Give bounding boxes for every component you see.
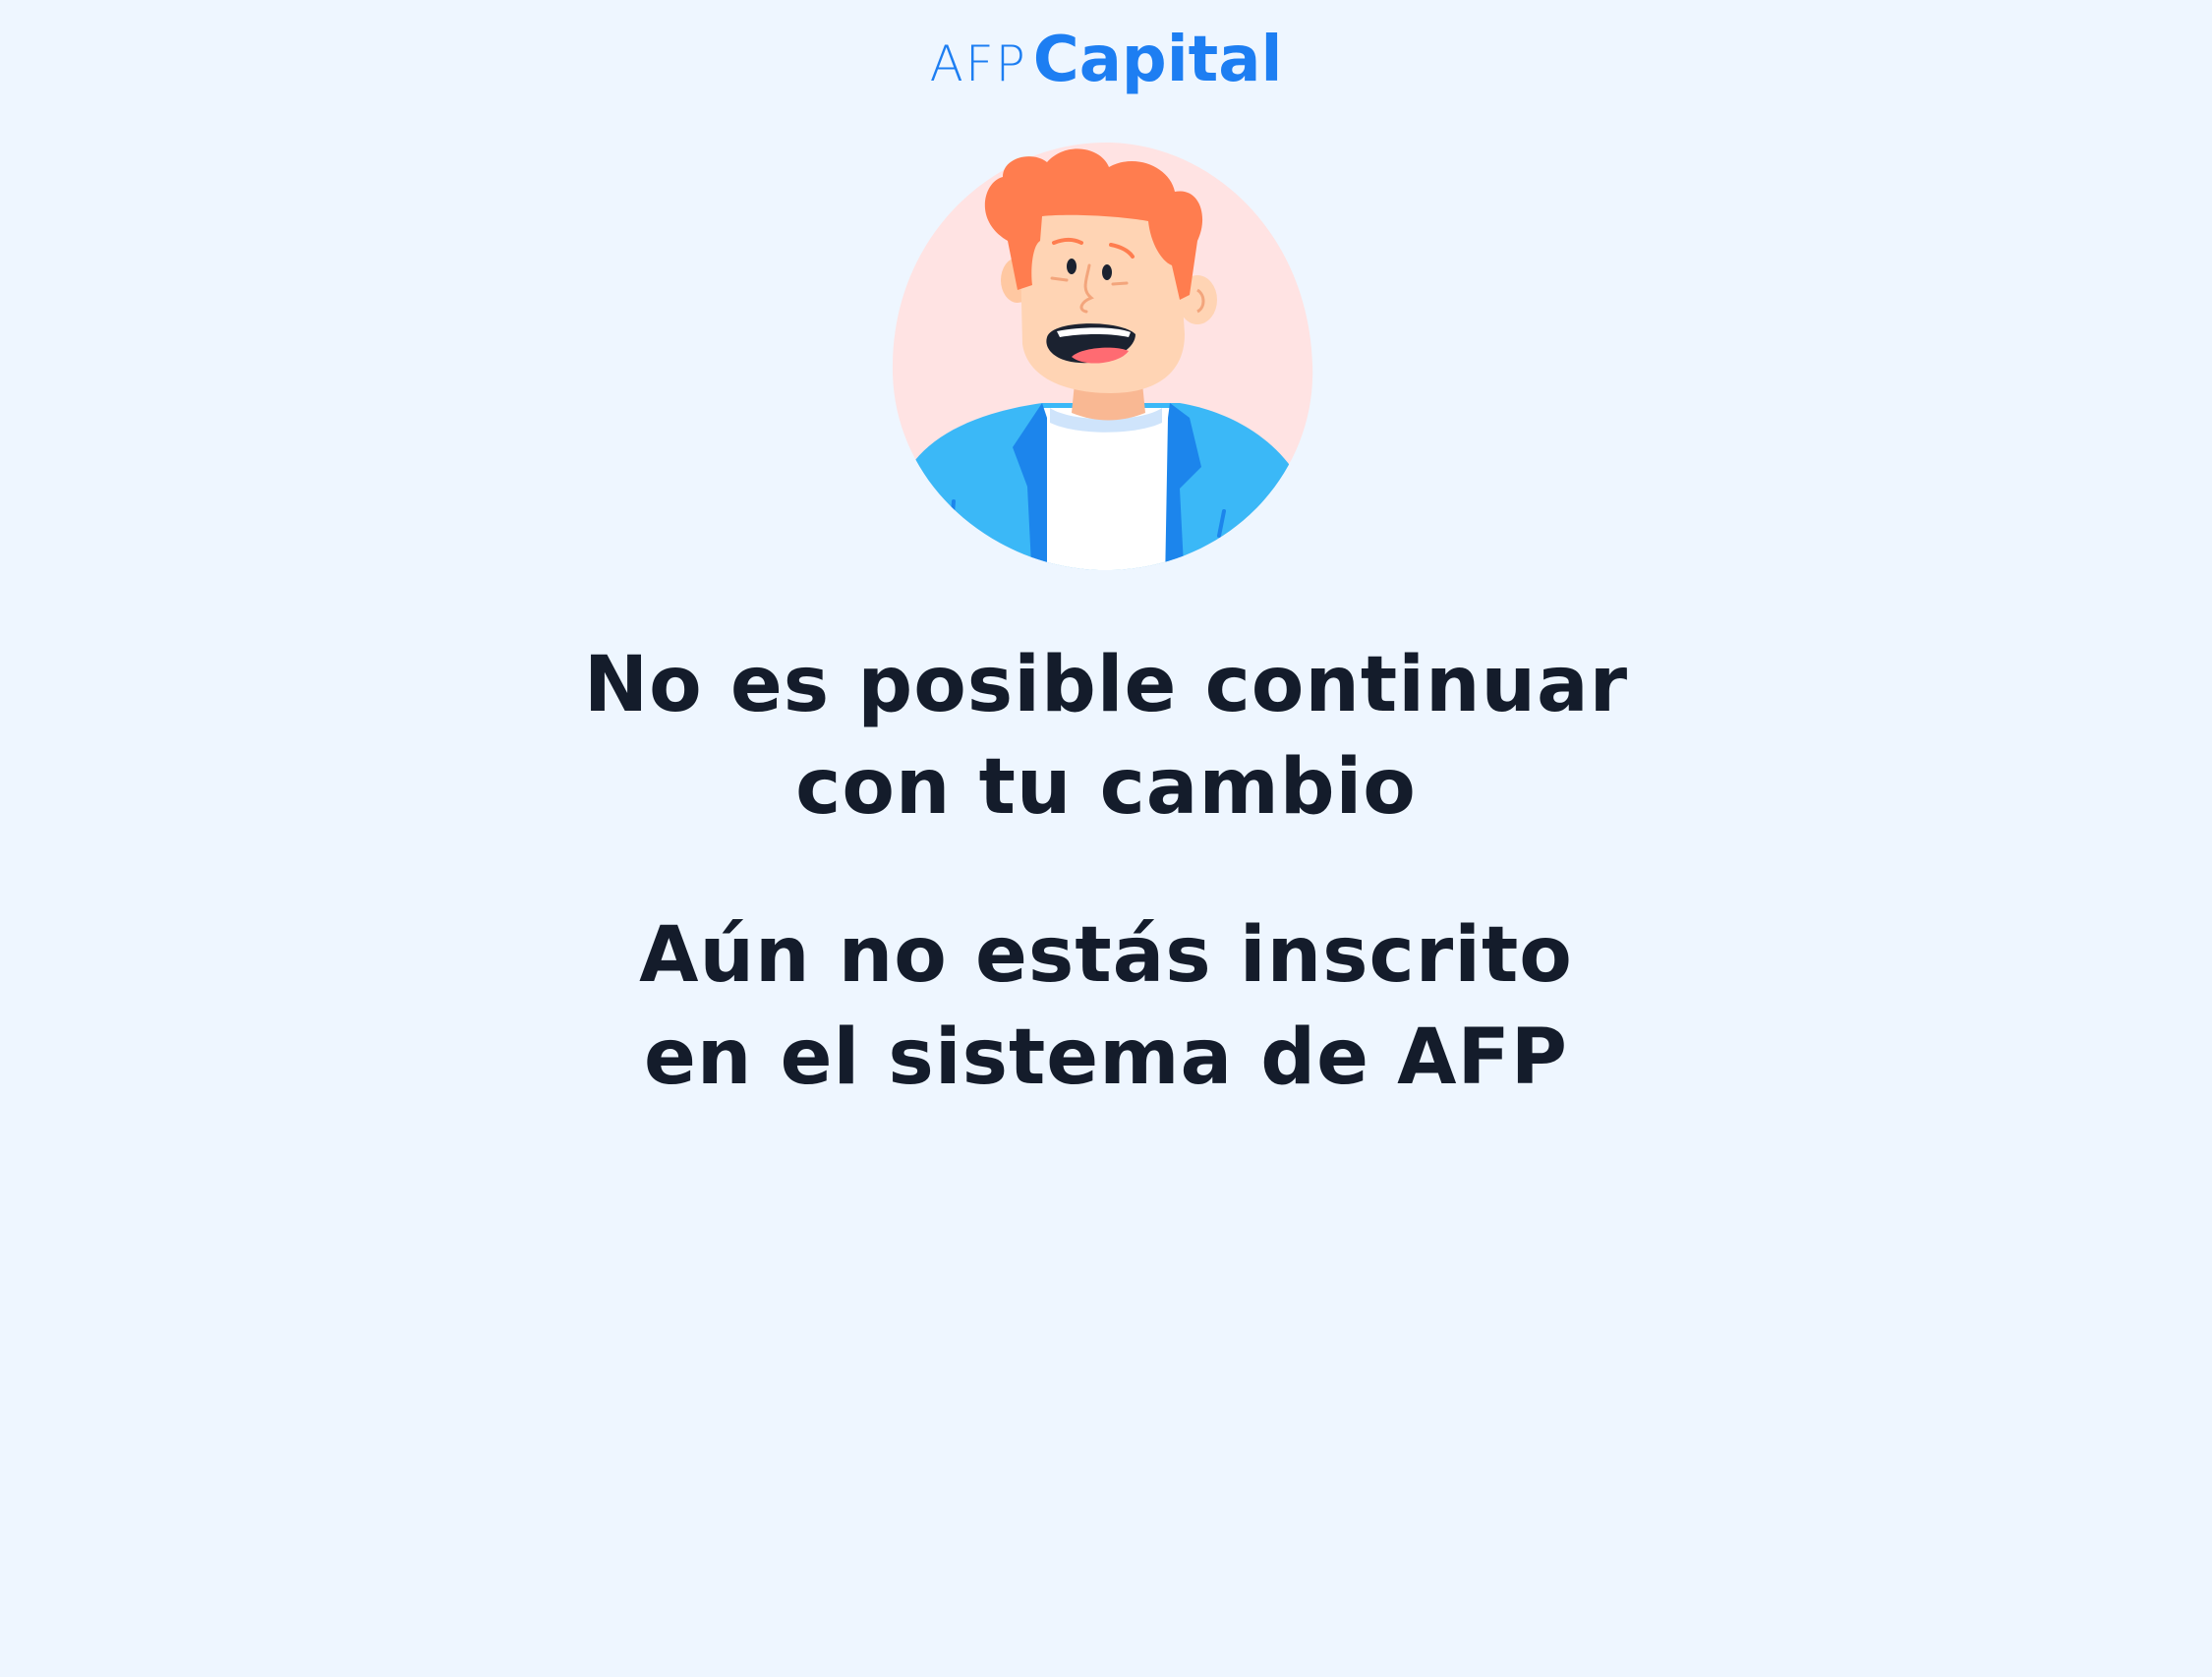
right-eye	[1102, 264, 1112, 280]
error-title-line-2: con tu cambio	[795, 743, 1417, 832]
error-reason-line-2: en el sistema de AFP	[644, 1013, 1568, 1102]
left-eye	[1067, 259, 1077, 274]
worried-person-icon	[892, 143, 1313, 570]
error-title: No es posible continuar con tu cambio	[0, 634, 2212, 838]
logo-prefix: AFP	[929, 35, 1027, 92]
afp-capital-logo: AFPCapital	[0, 24, 2212, 96]
error-title-line-1: No es posible continuar	[583, 641, 1629, 729]
error-reason: Aún no estás inscrito en el sistema de A…	[0, 904, 2212, 1109]
shirt	[1042, 408, 1170, 570]
logo-name: Capital	[1032, 24, 1283, 96]
error-reason-line-1: Aún no estás inscrito	[639, 911, 1573, 1000]
